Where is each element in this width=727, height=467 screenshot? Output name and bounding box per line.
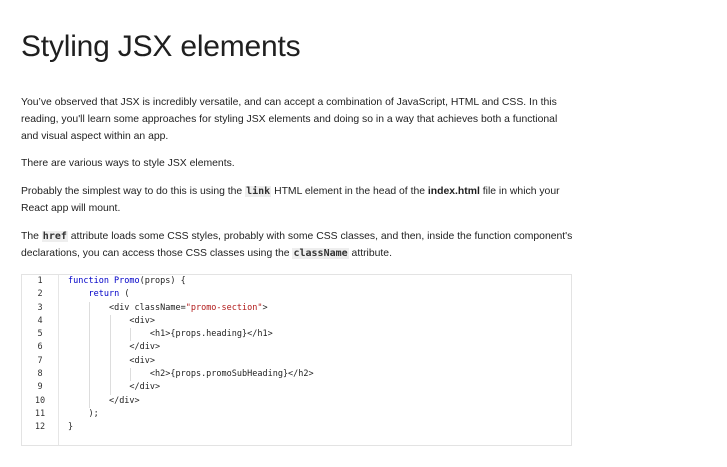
code-text: } (68, 422, 74, 433)
ways-paragraph: There are various ways to style JSX elem… (21, 158, 235, 169)
indent-guide (89, 354, 91, 369)
code-line: </div> (68, 381, 314, 395)
indent-guide (89, 301, 91, 315)
link-paragraph: Probably the simplest way to do this is … (21, 183, 581, 217)
inline-code-classname: className (292, 248, 349, 259)
line-number: 7 (37, 355, 43, 366)
indent-guide (130, 368, 132, 382)
text-segment: The (21, 231, 42, 242)
code-text: <h2>{props.promoSubHeading}</h2> (149, 369, 314, 380)
line-number: 9 (37, 382, 43, 393)
line-number: 10 (34, 395, 46, 406)
code-text: <div> (129, 315, 156, 326)
text-segment: Probably the simplest way to do this is … (21, 186, 246, 197)
code-line: function Promo(props) { (68, 275, 314, 288)
line-number: 5 (37, 329, 43, 340)
inline-code-link: link (245, 186, 272, 197)
indent-guide (89, 368, 91, 382)
code-text: <div className= (108, 302, 186, 313)
href-paragraph: The href attribute loads some CSS styles… (21, 228, 581, 262)
code-line: <div> (68, 354, 314, 369)
code-line: } (68, 421, 314, 434)
code-block[interactable]: 1 2 3 4 5 6 7 8 9 10 11 12 function Promo(props) { … (21, 274, 572, 446)
indent-guide (109, 368, 111, 382)
code-line: <div className="promo-section"> (68, 301, 314, 315)
code-text: </div> (108, 395, 140, 406)
indent-guide (89, 394, 91, 408)
inline-code-href: href (41, 231, 68, 242)
line-number: 12 (34, 422, 46, 433)
indent-guide (109, 381, 111, 395)
code-line: <div> (68, 314, 314, 329)
line-number: 1 (37, 276, 43, 286)
code-line: ); (68, 408, 314, 421)
code-keyword: function Promo (68, 276, 140, 286)
line-number-gutter: 1 2 3 4 5 6 7 8 9 10 11 12 (22, 275, 58, 435)
reading-page: Styling JSX elements You’ve observed tha… (0, 0, 706, 446)
code-line: <h2>{props.promoSubHeading}</h2> (68, 368, 314, 382)
indent-guide (109, 341, 111, 355)
code-keyword: return (88, 289, 120, 300)
gutter-divider (58, 275, 59, 445)
code-text: <h1>{props.heading}</h1> (149, 329, 273, 340)
code-text: </div> (129, 382, 161, 393)
indent-guide (89, 341, 91, 355)
intro-paragraph: You’ve observed that JSX is incredibly v… (21, 97, 558, 142)
line-number: 11 (34, 408, 46, 419)
indent-guide (109, 314, 111, 329)
bold-filename: index.html (427, 186, 480, 197)
code-text: ); (88, 408, 99, 419)
code-line: <h1>{props.heading}</h1> (68, 328, 314, 342)
line-number: 3 (37, 302, 43, 313)
code-text: (props) { (139, 276, 186, 286)
code-text: > (262, 302, 268, 313)
indent-guide (109, 354, 111, 369)
code-text: <div> (129, 355, 156, 366)
line-number: 2 (37, 289, 43, 300)
code-line: </div> (68, 341, 314, 355)
text-segment: HTML element in the head of the (271, 186, 428, 197)
code-text: </div> (129, 342, 161, 353)
indent-guide (89, 381, 91, 395)
code-line: return ( (68, 288, 314, 301)
code-lines: function Promo(props) { return ( <div cl… (68, 275, 314, 435)
indent-guide (89, 328, 91, 342)
indent-guide (109, 328, 111, 342)
line-number: 6 (37, 342, 43, 353)
line-number: 4 (37, 315, 43, 326)
code-string: "promo-section" (185, 302, 263, 313)
indent-guide (89, 314, 91, 329)
code-text: ( (119, 289, 130, 300)
text-segment: attribute. (348, 248, 392, 259)
code-line: </div> (68, 394, 314, 408)
indent-guide (130, 328, 132, 342)
page-title: Styling JSX elements (21, 30, 301, 63)
line-number: 8 (37, 369, 43, 380)
